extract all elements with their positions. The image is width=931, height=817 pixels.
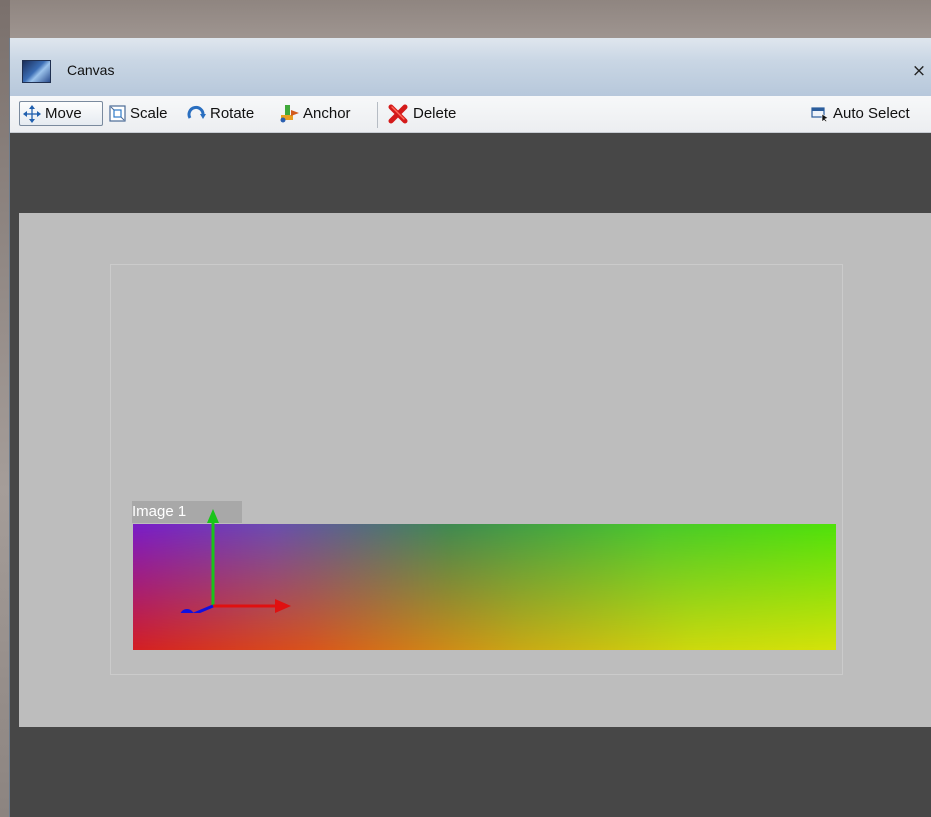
- auto-select-icon: [811, 106, 829, 122]
- delete-x-icon: [388, 104, 408, 123]
- scale-tool-label: Scale: [130, 105, 168, 122]
- auto-select-label: Auto Select: [833, 105, 910, 122]
- anchor-tool-button[interactable]: Anchor: [276, 101, 354, 126]
- canvas-window-icon: [22, 60, 51, 83]
- canvas-viewport[interactable]: Image 1: [10, 133, 931, 817]
- anchor-tool-label: Anchor: [303, 105, 351, 122]
- rotate-tool-button[interactable]: Rotate: [184, 101, 257, 126]
- canvas-window: Canvas × Move Scale Rotate Anchor Delete…: [9, 38, 931, 817]
- scale-tool-button[interactable]: Scale: [106, 101, 171, 126]
- toolbar: Move Scale Rotate Anchor Delete Auto Sel…: [10, 96, 931, 133]
- canvas-stage[interactable]: Image 1: [19, 213, 931, 727]
- rotate-icon: [187, 105, 206, 119]
- delete-button[interactable]: Delete: [384, 101, 459, 126]
- auto-select-toggle[interactable]: Auto Select: [808, 101, 913, 126]
- delete-label: Delete: [413, 105, 457, 122]
- move-tool-button[interactable]: Move: [19, 101, 103, 126]
- move-arrows-icon: [23, 104, 41, 123]
- gizmo-z-handle[interactable]: [180, 609, 194, 613]
- anchor-icon: [280, 105, 299, 123]
- rotate-tool-label: Rotate: [210, 105, 255, 122]
- scale-icon: [109, 105, 126, 122]
- gizmo-y-arrowhead[interactable]: [207, 509, 219, 523]
- toolbar-separator: [377, 102, 378, 128]
- transform-gizmo[interactable]: [169, 503, 309, 613]
- close-button[interactable]: ×: [910, 62, 928, 80]
- gizmo-x-arrowhead[interactable]: [275, 599, 291, 613]
- move-tool-label: Move: [45, 105, 82, 122]
- title-bar[interactable]: Canvas ×: [10, 38, 931, 96]
- window-title: Canvas: [67, 62, 115, 78]
